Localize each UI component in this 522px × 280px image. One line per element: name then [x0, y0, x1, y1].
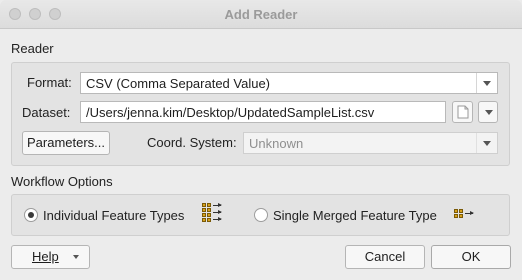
individual-feature-types-radio[interactable] [24, 208, 38, 222]
parameters-button[interactable]: Parameters... [22, 131, 110, 155]
chevron-down-icon[interactable] [476, 73, 497, 93]
individual-feature-types-label[interactable]: Individual Feature Types [43, 208, 184, 223]
chevron-down-icon [479, 102, 497, 122]
reader-section-label: Reader [11, 41, 54, 56]
format-value: CSV (Comma Separated Value) [86, 76, 271, 91]
coord-system-select[interactable]: Unknown [243, 132, 498, 154]
cancel-button[interactable]: Cancel [345, 245, 425, 269]
format-select[interactable]: CSV (Comma Separated Value) [80, 72, 498, 94]
dataset-value: /Users/jenna.kim/Desktop/UpdatedSampleLi… [86, 105, 375, 120]
dataset-options-button[interactable] [478, 101, 498, 123]
add-reader-dialog: Add Reader Reader Format: CSV (Comma Sep… [0, 0, 522, 280]
help-label: Help [32, 249, 59, 264]
coord-system-value: Unknown [249, 136, 304, 151]
dataset-label: Dataset: [22, 105, 71, 120]
single-merged-feature-type-radio[interactable] [254, 208, 268, 222]
reader-group: Format: CSV (Comma Separated Value) Data… [11, 62, 510, 166]
format-label: Format: [27, 75, 72, 90]
merged-feature-type-icon [454, 209, 476, 221]
file-browse-icon [457, 105, 469, 119]
individual-feature-types-icon [202, 203, 224, 225]
workflow-group: Individual Feature Types Single Merged F… [11, 194, 510, 236]
dataset-input[interactable]: /Users/jenna.kim/Desktop/UpdatedSampleLi… [80, 101, 446, 123]
window-title: Add Reader [224, 7, 298, 22]
help-button[interactable]: Help [11, 245, 90, 269]
workflow-options-label: Workflow Options [11, 174, 113, 189]
ok-button[interactable]: OK [431, 245, 511, 269]
title-bar: Add Reader [0, 0, 522, 29]
coord-system-label: Coord. System: [147, 135, 237, 150]
file-browse-button[interactable] [452, 101, 473, 123]
single-merged-feature-type-label[interactable]: Single Merged Feature Type [273, 208, 437, 223]
chevron-down-icon[interactable] [476, 133, 497, 153]
chevron-down-icon [73, 255, 79, 259]
